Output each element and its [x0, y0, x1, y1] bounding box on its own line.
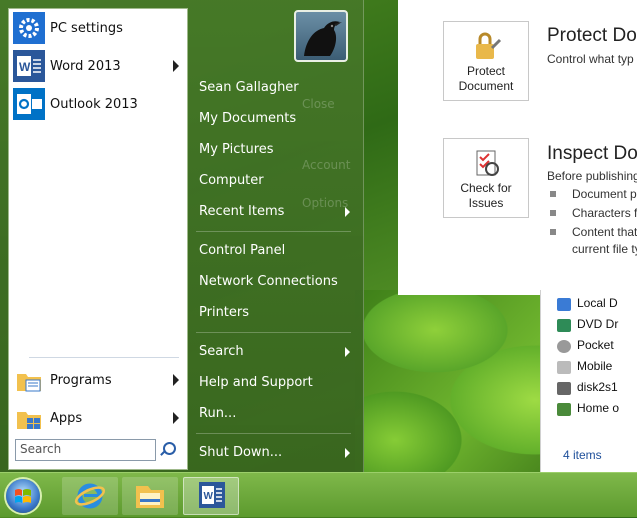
submenu-arrow-icon: [345, 347, 350, 357]
submenu-arrow-icon[interactable]: [173, 60, 179, 72]
submenu-arrow-icon: [345, 448, 350, 458]
pinned-programs-pane: PC settings W Word 2013 Outlook 2013 Pro…: [8, 8, 188, 470]
inspect-bullet: Document p: [572, 187, 637, 201]
bullet-icon: [550, 229, 556, 235]
help-and-support-link[interactable]: Help and Support: [199, 372, 354, 394]
inspect-title: Inspect Doc: [547, 143, 637, 164]
pin-pc-settings[interactable]: PC settings: [13, 12, 185, 46]
start-menu: Close Account Options PC settings W Word…: [0, 0, 364, 472]
bullet-icon: [550, 191, 556, 197]
pin-label: PC settings: [50, 21, 123, 36]
drive-item[interactable]: disk2s1: [557, 380, 618, 400]
printers-link[interactable]: Printers: [199, 302, 354, 324]
outlook-icon: [13, 88, 45, 120]
taskbar-file-explorer[interactable]: [122, 477, 178, 515]
checklist-icon: [476, 150, 499, 176]
my-documents-link[interactable]: My Documents: [199, 108, 354, 130]
divider: [29, 357, 179, 358]
drive-item[interactable]: Mobile: [557, 359, 612, 379]
drive-item[interactable]: Local D: [557, 296, 618, 316]
gear-icon: [13, 12, 45, 44]
user-name-link[interactable]: Sean Gallagher: [199, 77, 354, 99]
protect-document-label: Protect Document: [458, 64, 514, 93]
control-panel-link[interactable]: Control Panel: [199, 240, 354, 262]
folder-icon: [136, 486, 164, 508]
programs-label: Programs: [50, 373, 112, 388]
search-input[interactable]: Search: [15, 439, 156, 461]
recent-items-link[interactable]: Recent Items: [199, 201, 354, 223]
run-link[interactable]: Run...: [199, 403, 354, 425]
item-count: 4 items: [563, 448, 602, 462]
start-button[interactable]: [6, 479, 40, 513]
programs-menu[interactable]: Programs: [13, 364, 185, 398]
pin-outlook-2013[interactable]: Outlook 2013: [13, 88, 185, 122]
divider: [196, 433, 351, 434]
apps-folder-icon: [17, 412, 41, 429]
drive-item[interactable]: Pocket: [557, 338, 614, 358]
computer-link[interactable]: Computer: [199, 170, 354, 192]
windows-logo-icon: [15, 489, 31, 503]
apps-menu[interactable]: Apps: [13, 402, 185, 436]
protect-title: Protect Doc: [547, 25, 637, 46]
network-connections-link[interactable]: Network Connections: [199, 271, 354, 293]
check-for-issues-label: Check for Issues: [460, 181, 512, 210]
search-icon[interactable]: [163, 442, 176, 455]
pin-word-2013[interactable]: W Word 2013: [13, 50, 185, 84]
taskbar-internet-explorer[interactable]: [62, 477, 118, 515]
drive-item[interactable]: Home o: [557, 401, 619, 421]
lock-icon: [476, 32, 502, 59]
taskbar-word[interactable]: W: [183, 477, 239, 515]
divider: [196, 231, 351, 232]
word-icon: W: [199, 482, 225, 508]
word-icon: W: [13, 50, 45, 82]
svg-text:W: W: [204, 491, 214, 502]
bullet-icon: [550, 210, 556, 216]
submenu-arrow-icon[interactable]: [173, 412, 179, 424]
file-explorer-window: Local D DVD Dr Pocket Mobile disk2s1 Hom…: [540, 290, 637, 472]
inspect-description: Before publishing: [547, 169, 637, 183]
taskbar: W: [0, 472, 637, 517]
check-for-issues-button[interactable]: Check for Issues: [443, 138, 529, 218]
pin-label: Word 2013: [50, 59, 121, 74]
protect-description: Control what typ: [547, 52, 634, 66]
search-link[interactable]: Search: [199, 341, 354, 363]
my-pictures-link[interactable]: My Pictures: [199, 139, 354, 161]
divider: [196, 332, 351, 333]
programs-folder-icon: [17, 374, 41, 392]
shut-down-button[interactable]: Shut Down...: [199, 442, 354, 464]
inspect-bullet: current file ty: [572, 242, 637, 256]
svg-text:W: W: [19, 60, 31, 74]
submenu-arrow-icon[interactable]: [173, 374, 179, 386]
protect-document-button[interactable]: Protect Document: [443, 21, 529, 101]
apps-label: Apps: [50, 411, 83, 426]
crow-icon: [304, 21, 342, 56]
drive-item[interactable]: DVD Dr: [557, 317, 618, 337]
user-avatar[interactable]: [294, 10, 348, 62]
pin-label: Outlook 2013: [50, 97, 138, 112]
inspect-bullet: Characters fo: [572, 206, 637, 220]
inspect-bullet: Content that: [572, 225, 637, 239]
submenu-arrow-icon: [345, 207, 350, 217]
internet-explorer-icon: [74, 483, 106, 509]
